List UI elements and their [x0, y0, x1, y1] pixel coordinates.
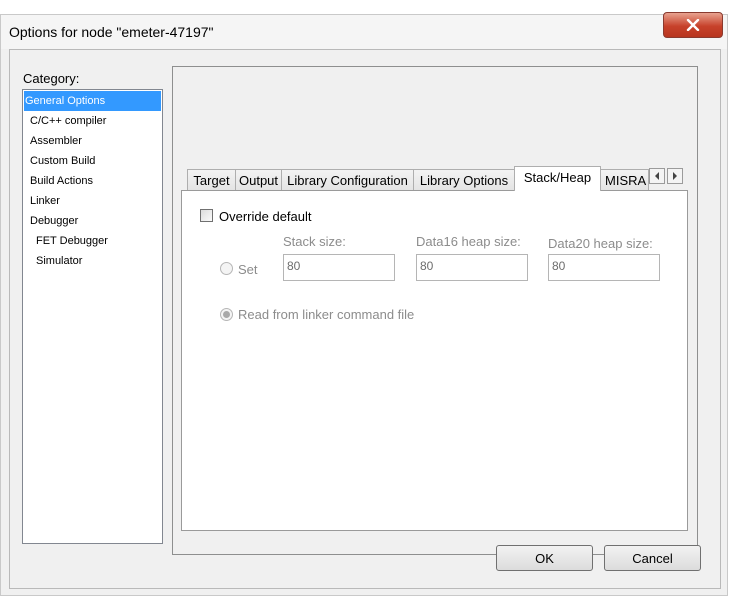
data20-heap-size-field[interactable]: 80 — [548, 254, 660, 281]
options-dialog: Options for node "emeter-47197" Category… — [0, 12, 728, 596]
stack-heap-page: Override default Stack size: Data16 heap… — [181, 190, 688, 531]
set-radio-label: Set — [238, 262, 258, 277]
ok-button[interactable]: OK — [496, 545, 593, 571]
tab-stack-heap[interactable]: Stack/Heap — [514, 166, 601, 191]
tab-target[interactable]: Target — [187, 169, 236, 190]
radio-selected-dot — [223, 311, 230, 318]
read-from-linker-label: Read from linker command file — [238, 307, 415, 322]
close-icon — [686, 19, 700, 31]
category-item-assembler[interactable]: Assembler — [23, 131, 162, 151]
category-item-custom-build[interactable]: Custom Build — [23, 151, 162, 171]
category-item-debugger[interactable]: Debugger — [23, 211, 162, 231]
stack-size-field[interactable]: 80 — [283, 254, 395, 281]
category-item-build-actions[interactable]: Build Actions — [23, 171, 162, 191]
category-list[interactable]: General Options C/C++ compiler Assembler… — [22, 89, 163, 544]
category-item-linker[interactable]: Linker — [23, 191, 162, 211]
tab-scroll-left-button[interactable] — [649, 168, 665, 184]
category-item-fet-debugger[interactable]: FET Debugger — [23, 231, 162, 251]
tab-strip: Target Output Library Configuration Libr… — [187, 166, 697, 191]
category-item-general-options[interactable]: General Options — [24, 91, 161, 111]
override-default-checkbox[interactable] — [200, 209, 213, 222]
tab-output[interactable]: Output — [235, 169, 282, 190]
stack-size-label: Stack size: — [283, 234, 346, 249]
cancel-button[interactable]: Cancel — [604, 545, 701, 571]
tab-library-configuration[interactable]: Library Configuration — [281, 169, 414, 190]
arrow-right-icon — [673, 172, 677, 180]
category-label: Category: — [23, 71, 80, 86]
window-title: Options for node "emeter-47197" — [9, 24, 214, 40]
set-radio[interactable] — [220, 262, 233, 275]
title-bar: Options for node "emeter-47197" — [1, 12, 727, 49]
data16-heap-size-field[interactable]: 80 — [416, 254, 528, 281]
close-button[interactable] — [663, 12, 723, 38]
category-item-cpp-compiler[interactable]: C/C++ compiler — [23, 111, 162, 131]
data16-heap-size-label: Data16 heap size: — [416, 234, 521, 249]
category-item-simulator[interactable]: Simulator — [23, 251, 162, 271]
read-from-linker-radio[interactable] — [220, 308, 233, 321]
override-default-label: Override default — [219, 209, 312, 224]
tab-misra[interactable]: MISRA — [600, 169, 649, 190]
tab-library-options[interactable]: Library Options — [413, 169, 515, 190]
tab-scroll-right-button[interactable] — [667, 168, 683, 184]
arrow-left-icon — [655, 172, 659, 180]
data20-heap-size-label: Data20 heap size: — [548, 236, 653, 251]
